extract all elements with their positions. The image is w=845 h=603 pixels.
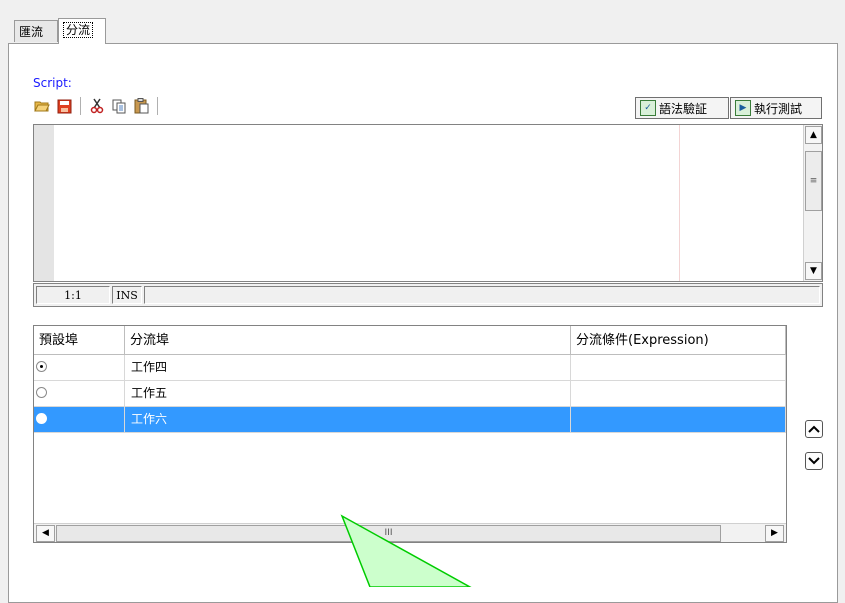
tab-split-label: 分流 [63,22,94,38]
callout-triangle [340,514,472,587]
tab-split[interactable]: 分流 [58,18,106,44]
callout-pointer [340,514,472,587]
